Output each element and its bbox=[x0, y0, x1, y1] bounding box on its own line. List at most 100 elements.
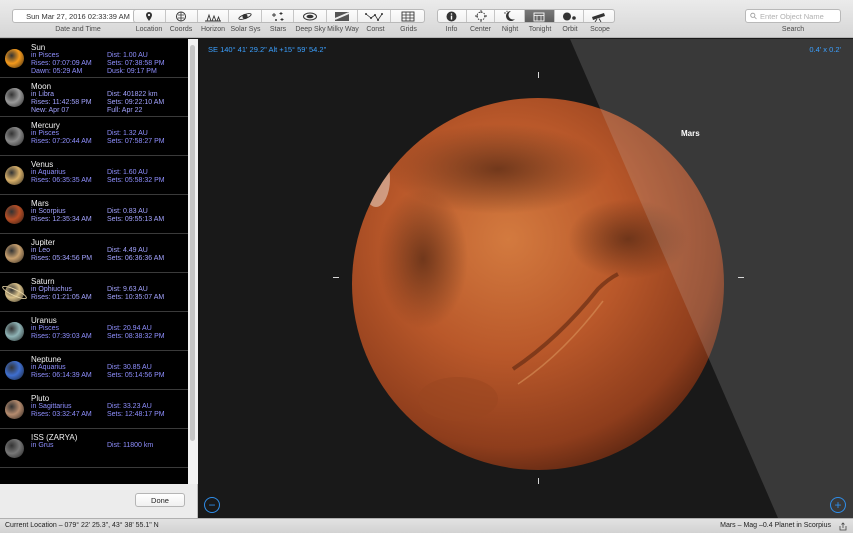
object-name: Mercury bbox=[31, 121, 60, 130]
object-constellation: in Aquarius bbox=[31, 169, 66, 176]
object-extra-right: Dusk: 09:17 PM bbox=[107, 68, 157, 75]
planet-thumbnail-icon bbox=[5, 322, 24, 341]
view-coordinates: SE 140° 41' 29.2" Alt +15° 59' 54.2" bbox=[208, 45, 327, 54]
object-list[interactable]: Sun in Pisces Rises: 07:07:09 AM Dawn: 05:2… bbox=[0, 39, 188, 484]
tonight-button[interactable] bbox=[525, 10, 555, 22]
crosshair-tick-bottom bbox=[538, 478, 539, 484]
stars-button[interactable] bbox=[262, 10, 294, 22]
search-input[interactable] bbox=[760, 11, 840, 21]
planet-thumbnail-icon bbox=[5, 88, 24, 107]
view-toggle-group bbox=[133, 9, 425, 23]
sky-view[interactable]: SE 140° 41' 29.2" Alt +15° 59' 54.2" 0.4… bbox=[198, 39, 853, 518]
object-name: Uranus bbox=[31, 316, 57, 325]
list-item[interactable]: Mercury in Pisces Rises: 07:20:44 AM Dist: … bbox=[0, 117, 188, 156]
telescope-icon bbox=[592, 12, 606, 22]
list-item[interactable]: Mars in Scorpius Rises: 12:35:34 AM Dist: 0… bbox=[0, 195, 188, 234]
info-label: Info bbox=[445, 26, 458, 33]
object-constellation: in Pisces bbox=[31, 130, 60, 137]
deep-sky-icon bbox=[302, 12, 317, 20]
object-rise-time: Rises: 01:21:05 AM bbox=[31, 294, 92, 301]
object-name: Venus bbox=[31, 160, 54, 169]
zoom-in-button[interactable]: + bbox=[830, 497, 846, 513]
location-button[interactable] bbox=[134, 10, 166, 22]
object-name: Pluto bbox=[31, 394, 50, 403]
object-extra-left: New: Apr 07 bbox=[31, 107, 70, 114]
search-field[interactable] bbox=[745, 9, 841, 23]
object-set-time: Sets: 06:36:36 AM bbox=[107, 255, 165, 262]
minus-icon: − bbox=[208, 498, 216, 512]
info-button[interactable] bbox=[438, 10, 467, 22]
done-button[interactable]: Done bbox=[135, 493, 185, 507]
object-set-time: Sets: 08:38:32 PM bbox=[107, 333, 165, 340]
object-rise-time: Rises: 07:20:44 AM bbox=[31, 138, 92, 145]
center-button[interactable] bbox=[467, 10, 496, 22]
constellation-button[interactable] bbox=[358, 10, 392, 22]
deep-sky-button[interactable] bbox=[294, 10, 327, 22]
object-distance: Dist: 401822 km bbox=[107, 91, 158, 98]
date-time-field[interactable]: Sun Mar 27, 2016 02:33:39 AM bbox=[12, 9, 144, 23]
scope-button[interactable] bbox=[584, 10, 614, 22]
orbit-button[interactable] bbox=[555, 10, 585, 22]
object-set-time: Sets: 05:14:56 PM bbox=[107, 372, 165, 379]
object-set-time: Sets: 09:55:13 AM bbox=[107, 216, 165, 223]
list-item[interactable]: Pluto in Sagittarius Rises: 03:32:47 AM Dis… bbox=[0, 390, 188, 429]
list-item[interactable]: Jupiter in Leo Rises: 05:34:56 PM Dist: 4.4… bbox=[0, 234, 188, 273]
list-item[interactable]: Moon in Libra Rises: 11:42:58 PM New: Apr 0… bbox=[0, 78, 188, 117]
object-label-mars[interactable]: Mars bbox=[681, 129, 700, 138]
grids-button[interactable] bbox=[391, 10, 424, 22]
solar-system-panel: Sun in Pisces Rises: 07:07:09 AM Dawn: 05:2… bbox=[0, 39, 198, 518]
share-icon[interactable] bbox=[839, 522, 847, 531]
list-item[interactable]: Neptune in Aquarius Rises: 06:14:39 AM Dist… bbox=[0, 351, 188, 390]
list-item[interactable]: Sun in Pisces Rises: 07:07:09 AM Dawn: 05:2… bbox=[0, 39, 188, 78]
object-constellation: in Scorpius bbox=[31, 208, 66, 215]
planet-thumbnail-icon bbox=[5, 400, 24, 419]
object-set-time: Sets: 07:38:58 PM bbox=[107, 60, 165, 67]
list-item[interactable]: ISS (ZARYA) in Grus Dist: 11800 km bbox=[0, 429, 188, 468]
object-set-time: Sets: 12:48:17 PM bbox=[107, 411, 165, 418]
coords-button[interactable] bbox=[166, 10, 198, 22]
scrollbar-thumb[interactable] bbox=[190, 45, 195, 441]
tonight-icon bbox=[533, 12, 545, 21]
grids-label: Grids bbox=[400, 26, 417, 33]
object-set-time: Sets: 07:58:27 PM bbox=[107, 138, 165, 145]
solar-system-icon bbox=[238, 12, 252, 20]
location-pin-icon bbox=[146, 11, 153, 21]
object-distance: Dist: 11800 km bbox=[107, 442, 154, 449]
crosshair-tick-right bbox=[738, 277, 744, 278]
object-name: ISS (ZARYA) bbox=[31, 433, 78, 442]
object-distance: Dist: 1.32 AU bbox=[107, 130, 148, 137]
object-constellation: in Pisces bbox=[31, 325, 60, 332]
object-name: Mars bbox=[31, 199, 49, 208]
planet-thumbnail-icon bbox=[5, 205, 24, 224]
horizon-icon bbox=[204, 13, 221, 21]
planet-thumbnail-icon bbox=[5, 439, 24, 458]
object-rise-time: Rises: 07:07:09 AM bbox=[31, 60, 92, 67]
list-item[interactable]: Uranus in Pisces Rises: 07:39:03 AM Dist: 2… bbox=[0, 312, 188, 351]
object-constellation: in Pisces bbox=[31, 52, 60, 59]
list-item[interactable]: Saturn in Ophiuchus Rises: 01:21:05 AM Dist… bbox=[0, 273, 188, 312]
planet-thumbnail-icon bbox=[5, 49, 24, 68]
milky-way-button[interactable] bbox=[327, 10, 359, 22]
object-extra-right: Full: Apr 22 bbox=[107, 107, 143, 114]
horizon-button[interactable] bbox=[198, 10, 230, 22]
object-name: Sun bbox=[31, 43, 46, 52]
object-distance: Dist: 9.63 AU bbox=[107, 286, 148, 293]
sky-app-window: Sun Mar 27, 2016 02:33:39 AM Date and Ti… bbox=[0, 0, 853, 533]
object-constellation: in Sagittarius bbox=[31, 403, 72, 410]
object-distance: Dist: 4.49 AU bbox=[107, 247, 148, 254]
crosshair-tick-top bbox=[538, 72, 539, 78]
plus-icon: + bbox=[834, 498, 842, 512]
object-constellation: in Leo bbox=[31, 247, 51, 254]
object-constellation: in Ophiuchus bbox=[31, 286, 72, 293]
solar-system-button[interactable] bbox=[229, 10, 263, 22]
object-rise-time: Rises: 07:39:03 AM bbox=[31, 333, 92, 340]
object-distance: Dist: 20.94 AU bbox=[107, 325, 152, 332]
object-name: Moon bbox=[31, 82, 52, 91]
list-item[interactable]: Venus in Aquarius Rises: 06:35:35 AM Dist: … bbox=[0, 156, 188, 195]
object-extra-left: Dawn: 05:29 AM bbox=[31, 68, 83, 75]
night-button[interactable] bbox=[495, 10, 526, 22]
night-icon bbox=[503, 10, 515, 21]
zoom-out-button[interactable]: − bbox=[204, 497, 220, 513]
coords-icon bbox=[176, 11, 187, 21]
constellation-label: Const bbox=[366, 26, 385, 33]
